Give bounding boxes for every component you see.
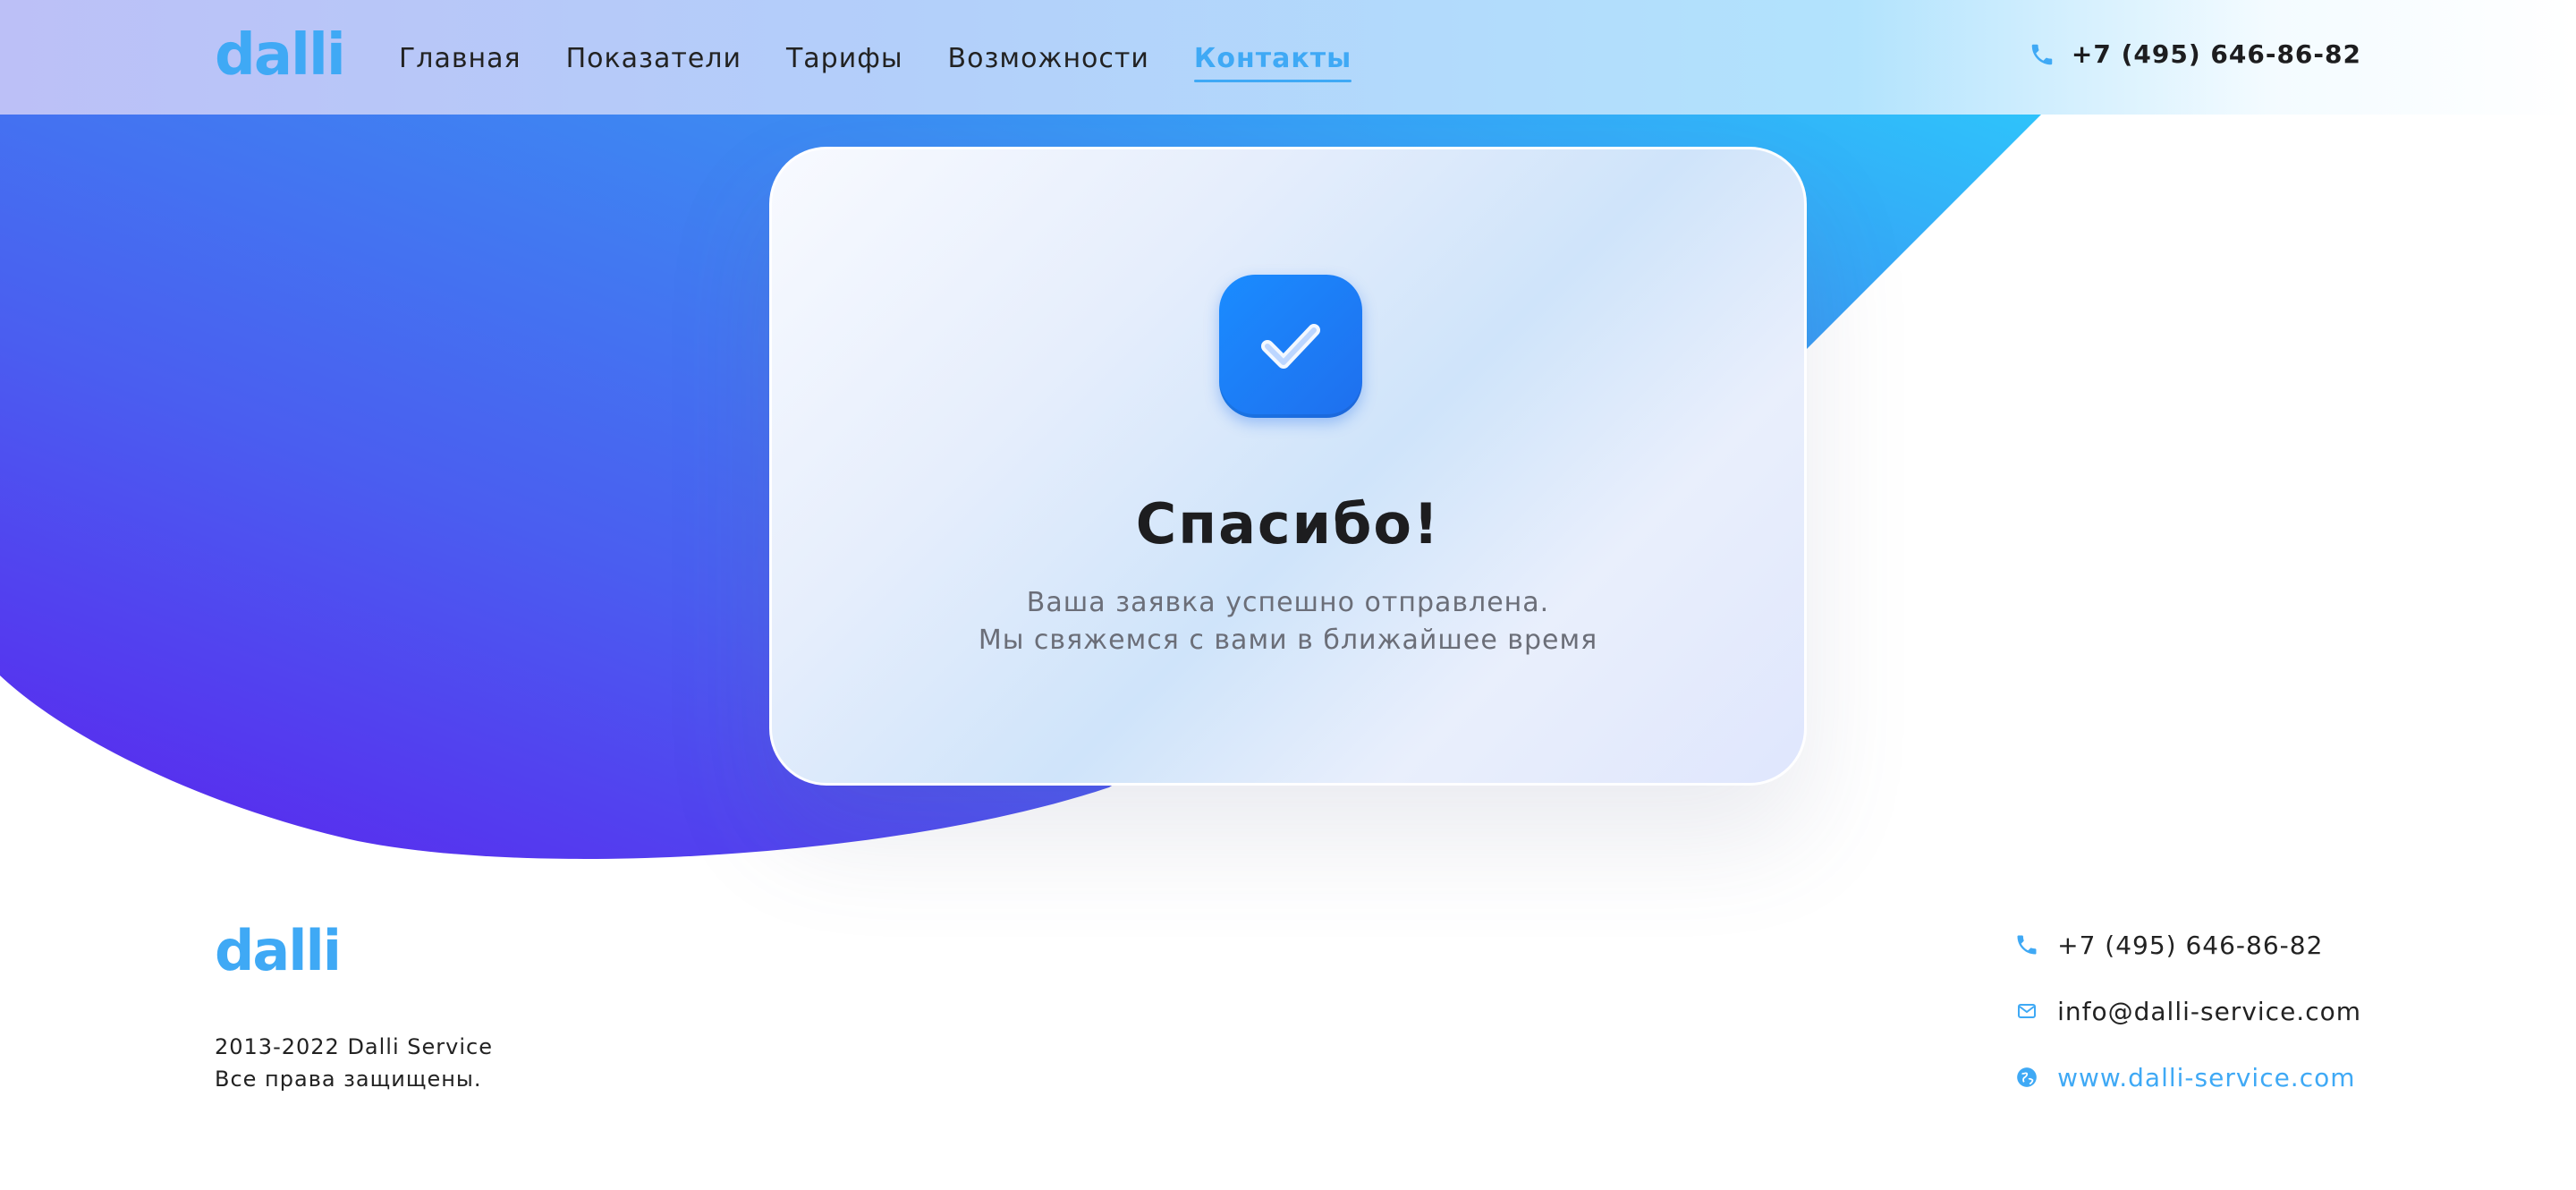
nav-item-tariffs[interactable]: Тарифы — [786, 41, 903, 77]
success-message-line-1: Ваша заявка успешно отправлена. — [1026, 587, 1550, 618]
header-phone-link[interactable]: +7 (495) 646-86-82 — [2029, 39, 2361, 69]
footer-website-link[interactable]: www.dalli-service.com — [2014, 1059, 2361, 1095]
site-header: dalli Главная Показатели Тарифы Возможно… — [0, 0, 2576, 115]
header-logo[interactable]: dalli — [215, 27, 346, 84]
copyright-line-1: 2013-2022 Dalli Service — [215, 1034, 493, 1059]
footer-phone-number: +7 (495) 646-86-82 — [2057, 930, 2324, 960]
footer-website: www.dalli-service.com — [2057, 1062, 2356, 1092]
nav-item-indicators[interactable]: Показатели — [566, 41, 741, 77]
footer-email-link[interactable]: info@dalli-service.com — [2014, 993, 2361, 1029]
phone-icon — [2029, 41, 2055, 68]
success-message: Ваша заявка успешно отправлена. Мы свяже… — [772, 584, 1804, 659]
success-message-line-2: Мы свяжемся с вами в ближайшее время — [978, 625, 1598, 656]
footer-phone-link[interactable]: +7 (495) 646-86-82 — [2014, 927, 2361, 963]
footer-logo[interactable]: dalli — [215, 923, 342, 979]
success-badge — [1219, 275, 1362, 418]
phone-icon — [2014, 932, 2039, 957]
globe-icon — [2014, 1065, 2039, 1090]
footer-email: info@dalli-service.com — [2057, 996, 2361, 1026]
footer-contacts: +7 (495) 646-86-82 info@dalli-service.co… — [2014, 927, 2361, 1126]
success-title: Спасибо! — [1135, 491, 1441, 557]
mail-icon — [2014, 999, 2039, 1024]
nav-item-contacts[interactable]: Контакты — [1193, 41, 1352, 82]
main-nav: Главная Показатели Тарифы Возможности Ко… — [399, 41, 1396, 82]
nav-item-home[interactable]: Главная — [399, 41, 521, 77]
header-phone-number: +7 (495) 646-86-82 — [2071, 39, 2361, 69]
copyright: 2013-2022 Dalli Service Все права защище… — [215, 1031, 493, 1095]
checkmark-icon — [1261, 324, 1320, 369]
nav-item-features[interactable]: Возможности — [948, 41, 1149, 77]
copyright-line-2: Все права защищены. — [215, 1067, 482, 1092]
success-card: Спасибо! Ваша заявка успешно отправлена.… — [769, 147, 1807, 786]
